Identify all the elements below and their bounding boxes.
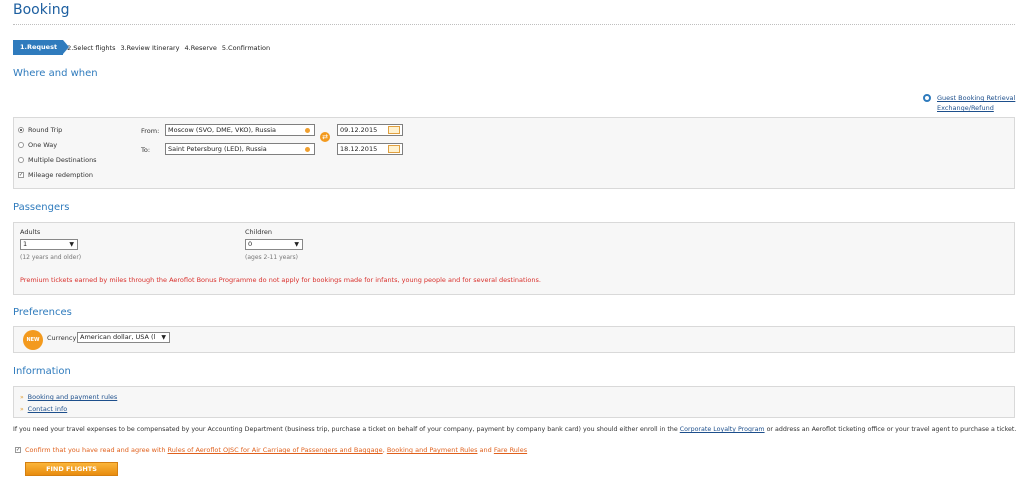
trip-option-oneway[interactable]: One Way bbox=[18, 141, 57, 149]
step-reserve: 4.Reserve bbox=[184, 43, 217, 52]
children-label: Children bbox=[245, 228, 273, 236]
children-select[interactable]: 0 ▼ bbox=[245, 239, 303, 250]
from-autocomplete-icon bbox=[305, 128, 310, 133]
bullet-icon: » bbox=[20, 406, 24, 413]
to-autocomplete-icon bbox=[305, 147, 310, 152]
booking-payment-rules-link[interactable]: Booking and payment rules bbox=[28, 393, 118, 401]
adults-note: (12 years and older) bbox=[20, 254, 82, 261]
title-divider bbox=[13, 24, 1015, 25]
exchange-refund-link[interactable]: Exchange/Refund bbox=[937, 104, 994, 112]
corporate-loyalty-link[interactable]: Corporate Loyalty Program bbox=[680, 426, 765, 433]
step-request[interactable]: 1.Request bbox=[13, 40, 70, 55]
depart-calendar-icon[interactable] bbox=[388, 126, 400, 134]
radio-icon[interactable] bbox=[18, 157, 24, 163]
mileage-redemption-option[interactable]: ✓ Mileage redemption bbox=[18, 171, 93, 179]
adults-select[interactable]: 1 ▼ bbox=[20, 239, 78, 250]
guest-booking-retrieval-link[interactable]: Guest Booking Retrieval bbox=[937, 94, 1015, 102]
corporate-notice: If you need your travel expenses to be c… bbox=[13, 426, 1017, 433]
confirm-agreement[interactable]: ✓ Confirm that you have read and agree wi… bbox=[15, 446, 527, 454]
from-input[interactable]: Moscow (SVO, DME, VKO), Russia bbox=[165, 124, 315, 136]
booking-payment-rules-confirm-link[interactable]: Booking and Payment Rules bbox=[387, 446, 478, 454]
return-calendar-icon[interactable] bbox=[388, 145, 400, 153]
currency-label: Currency bbox=[47, 334, 77, 342]
adults-label: Adults bbox=[20, 228, 41, 236]
where-when-heading: Where and when bbox=[13, 68, 98, 79]
bullet-icon: » bbox=[20, 394, 24, 401]
to-label: To: bbox=[141, 146, 151, 154]
radio-selected-icon[interactable] bbox=[18, 127, 24, 133]
passengers-heading: Passengers bbox=[13, 202, 70, 213]
premium-warning: Premium tickets earned by miles through … bbox=[20, 276, 541, 284]
carriage-rules-link[interactable]: Rules of Aeroflot OJSC for Air Carriage … bbox=[168, 446, 383, 454]
step-confirmation: 5.Confirmation bbox=[221, 43, 271, 52]
info-link-item: » Booking and payment rules bbox=[20, 393, 117, 401]
circle-icon bbox=[923, 94, 931, 102]
from-label: From: bbox=[141, 127, 160, 135]
where-when-panel bbox=[13, 117, 1015, 189]
preferences-heading: Preferences bbox=[13, 307, 72, 318]
to-input[interactable]: Saint Petersburg (LED), Russia bbox=[165, 143, 315, 155]
trip-option-multi[interactable]: Multiple Destinations bbox=[18, 156, 97, 164]
currency-select[interactable]: American dollar, USA (l ▼ bbox=[77, 332, 170, 343]
find-flights-button[interactable]: FIND FLIGHTS bbox=[25, 462, 118, 476]
dropdown-arrow-icon: ▼ bbox=[294, 241, 299, 248]
checkbox-checked-icon[interactable]: ✓ bbox=[18, 172, 24, 178]
contact-info-link[interactable]: Contact info bbox=[28, 405, 68, 413]
information-heading: Information bbox=[13, 366, 71, 377]
dropdown-arrow-icon: ▼ bbox=[161, 334, 166, 341]
dropdown-arrow-icon: ▼ bbox=[69, 241, 74, 248]
checkbox-checked-icon[interactable]: ✓ bbox=[15, 447, 21, 453]
fare-rules-link[interactable]: Fare Rules bbox=[494, 446, 527, 454]
trip-option-round[interactable]: Round Trip bbox=[18, 126, 62, 134]
passengers-panel bbox=[13, 222, 1015, 295]
step-select-flights: 2.Select flights bbox=[67, 43, 116, 52]
info-link-item: » Contact info bbox=[20, 405, 67, 413]
booking-steps: 1.Request 2.Select flights 3.Review Itin… bbox=[13, 40, 275, 55]
information-panel bbox=[13, 386, 1015, 418]
radio-icon[interactable] bbox=[18, 142, 24, 148]
swap-direction-icon[interactable]: ⇄ bbox=[320, 132, 330, 142]
page-title: Booking bbox=[13, 2, 70, 18]
step-review-itinerary: 3.Review Itinerary bbox=[120, 43, 180, 52]
new-badge: NEW bbox=[23, 330, 43, 350]
children-note: (ages 2-11 years) bbox=[245, 254, 298, 261]
